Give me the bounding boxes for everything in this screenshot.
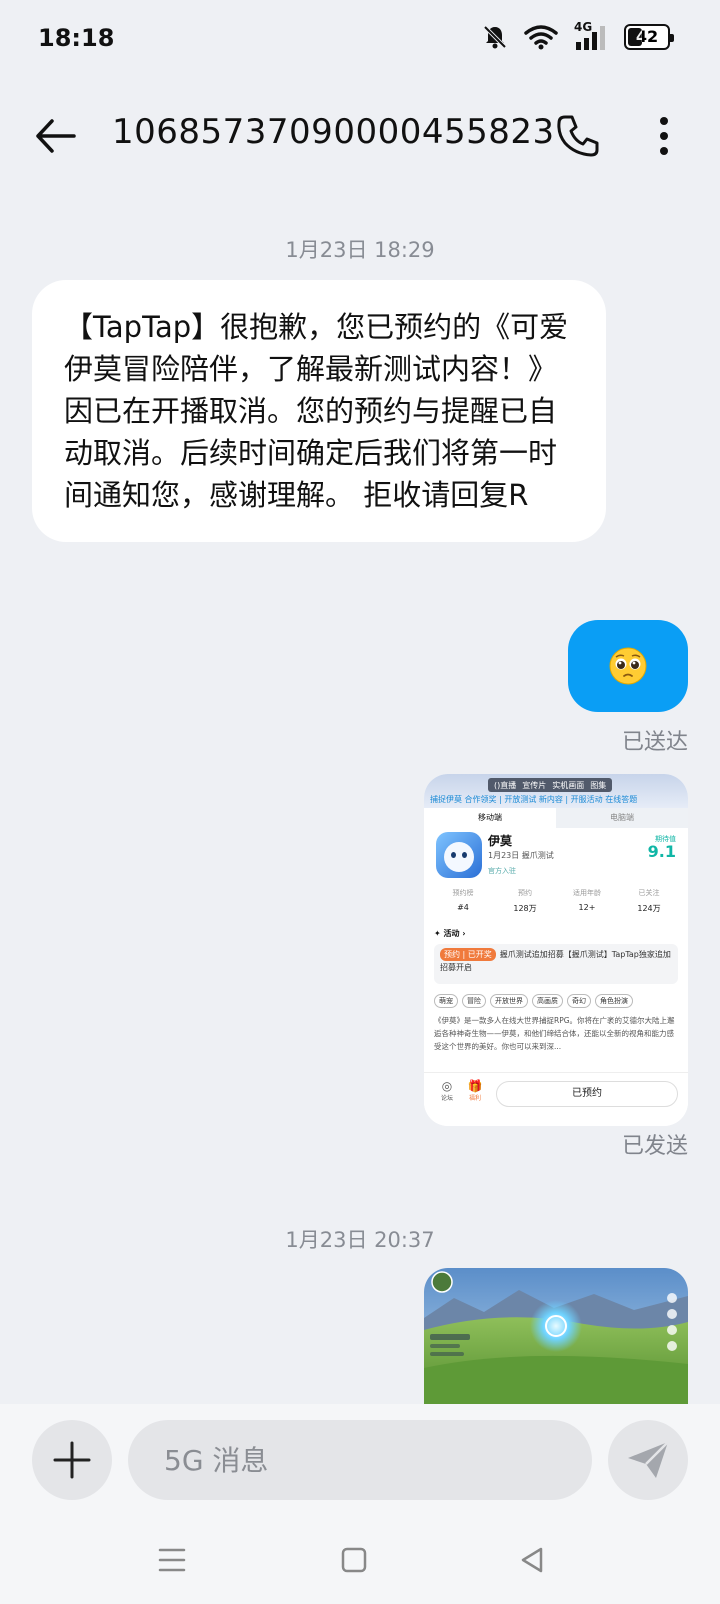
tag-row: 萌宠 冒险 开放世界 高画质 奇幻 角色扮演 [434, 994, 678, 1008]
tag: 角色扮演 [595, 994, 633, 1008]
date-separator: 1月23日 18:29 [285, 238, 435, 262]
stat-label: 预约 [518, 889, 532, 897]
activity-title-text: 活动 [443, 929, 460, 938]
official-label: 官方入驻 [488, 867, 516, 875]
signal-icon: 4G [574, 20, 608, 52]
game-image-attachment[interactable] [424, 1268, 688, 1408]
stat-item: 预约榜 #4 [432, 888, 494, 914]
mascot-face [444, 842, 474, 872]
stat-item: 预约 128万 [494, 888, 556, 914]
pleading-face-emoji-icon [609, 647, 647, 685]
menu-lines-icon [158, 1548, 186, 1572]
battery-text: 42 [635, 27, 659, 46]
status-icons: 4G 42 [482, 20, 674, 52]
mute-bell-icon [482, 24, 508, 50]
gift-label: 福利 [468, 1095, 481, 1102]
media-tab: ()直播 [494, 780, 517, 790]
home-square-icon [341, 1547, 367, 1573]
tag: 萌宠 [434, 994, 458, 1008]
stat-item: 适用年龄 12+ [556, 888, 618, 914]
call-button[interactable] [548, 106, 608, 166]
status-bar: 18:18 4G 42 [0, 0, 720, 80]
activity-card: 预约 | 已开奖 握爪测试追加招募【握爪测试】TapTap独家追加招募开启 [434, 944, 678, 984]
screenshot-headline: 捕捉伊莫 合作领奖 | 开放测试 新内容 | 开服活动 在线答题 [430, 795, 638, 804]
message-input[interactable] [128, 1420, 592, 1500]
forum-label: 论坛 [440, 1095, 453, 1102]
activity-title: ✦ 活动 › [434, 929, 466, 938]
screenshot-attachment[interactable]: ()直播 宣传片 实机画面 图集 捕捉伊莫 合作领奖 | 开放测试 新内容 | … [424, 774, 688, 1126]
stat-label: 已关注 [638, 889, 660, 897]
more-vertical-icon [660, 117, 668, 155]
tag: 冒险 [462, 994, 486, 1008]
status-time: 18:18 [38, 24, 115, 52]
app-name: 伊莫 [488, 834, 513, 848]
tab-pc: 电脑端 [556, 808, 688, 828]
mascot-eye [462, 852, 467, 858]
incoming-message-bubble[interactable]: 【TapTap】很抱歉，您已预约的《可爱伊莫冒险陪伴，了解最新测试内容！》因已在… [32, 280, 606, 542]
tag: 高画质 [532, 994, 563, 1008]
stat-value: 124万 [637, 904, 661, 913]
back-arrow-icon [36, 119, 76, 153]
screenshot-bottom-bar: ◎ 论坛 🎁 福利 已预约 [424, 1072, 688, 1126]
stat-item: 已关注 124万 [618, 888, 680, 914]
send-icon [628, 1441, 669, 1478]
stat-value: 128万 [513, 904, 537, 913]
more-options-button[interactable] [636, 106, 692, 166]
add-attachment-button[interactable] [32, 1420, 112, 1500]
phone-icon [557, 115, 599, 157]
wifi-icon [524, 24, 558, 50]
forum-icon: ◎ 论坛 [440, 1079, 453, 1102]
contact-title: 10685737090000455823 [112, 112, 555, 152]
media-tab: 实机画面 [552, 780, 585, 790]
tag: 奇幻 [567, 994, 591, 1008]
battery-icon: 42 [624, 24, 674, 50]
stat-value: 12+ [578, 903, 596, 912]
stat-label: 适用年龄 [573, 889, 601, 897]
delivery-status: 已送达 [621, 730, 688, 755]
stat-value: #4 [457, 903, 469, 912]
app-description: 《伊莫》是一款多人在线大世界捕捉RPG。你将在广袤的艾德尔大陆上邂逅各种神奇生物… [434, 1016, 675, 1051]
plus-icon [53, 1441, 91, 1479]
media-tab: 图集 [590, 780, 607, 790]
screenshot-media-bar: ()直播 宣传片 实机画面 图集 捕捉伊莫 合作领奖 | 开放测试 新内容 | … [424, 774, 688, 808]
stat-label: 预约榜 [452, 889, 474, 897]
date-separator: 1月23日 20:37 [285, 1228, 435, 1252]
game-scene-image [424, 1268, 688, 1408]
back-triangle-icon [521, 1547, 543, 1573]
recent-apps-button[interactable] [142, 1538, 202, 1582]
tag: 开放世界 [490, 994, 528, 1008]
activity-badge: 预约 | 已开奖 [440, 948, 496, 961]
tab-mobile: 移动端 [424, 808, 556, 828]
app-subtitle: 1月23日 握爪测试 [488, 851, 554, 860]
sent-status: 已发送 [621, 1134, 688, 1159]
conversation-header: 10685737090000455823 [0, 90, 720, 180]
send-button[interactable] [608, 1420, 688, 1500]
score-value: 9.1 [647, 842, 676, 861]
compose-bar [0, 1404, 720, 1516]
outgoing-emoji-bubble[interactable]: 🥺 [568, 620, 688, 712]
stats-row: 预约榜 #4 预约 128万 适用年龄 12+ 已关注 124万 [432, 888, 680, 914]
home-button[interactable] [324, 1538, 384, 1582]
media-tab: 宣传片 [522, 780, 547, 790]
gift-icon: 🎁 福利 [467, 1079, 483, 1102]
system-nav-bar [0, 1516, 720, 1604]
system-back-button[interactable] [502, 1538, 562, 1582]
back-button[interactable] [28, 108, 84, 164]
platform-tabs: 移动端 电脑端 [424, 808, 688, 828]
battery-tip [670, 34, 674, 42]
reserved-button: 已预约 [496, 1081, 678, 1107]
mascot-eye [451, 852, 456, 858]
app-icon [436, 832, 482, 878]
media-tabs: ()直播 宣传片 实机画面 图集 [488, 778, 613, 792]
